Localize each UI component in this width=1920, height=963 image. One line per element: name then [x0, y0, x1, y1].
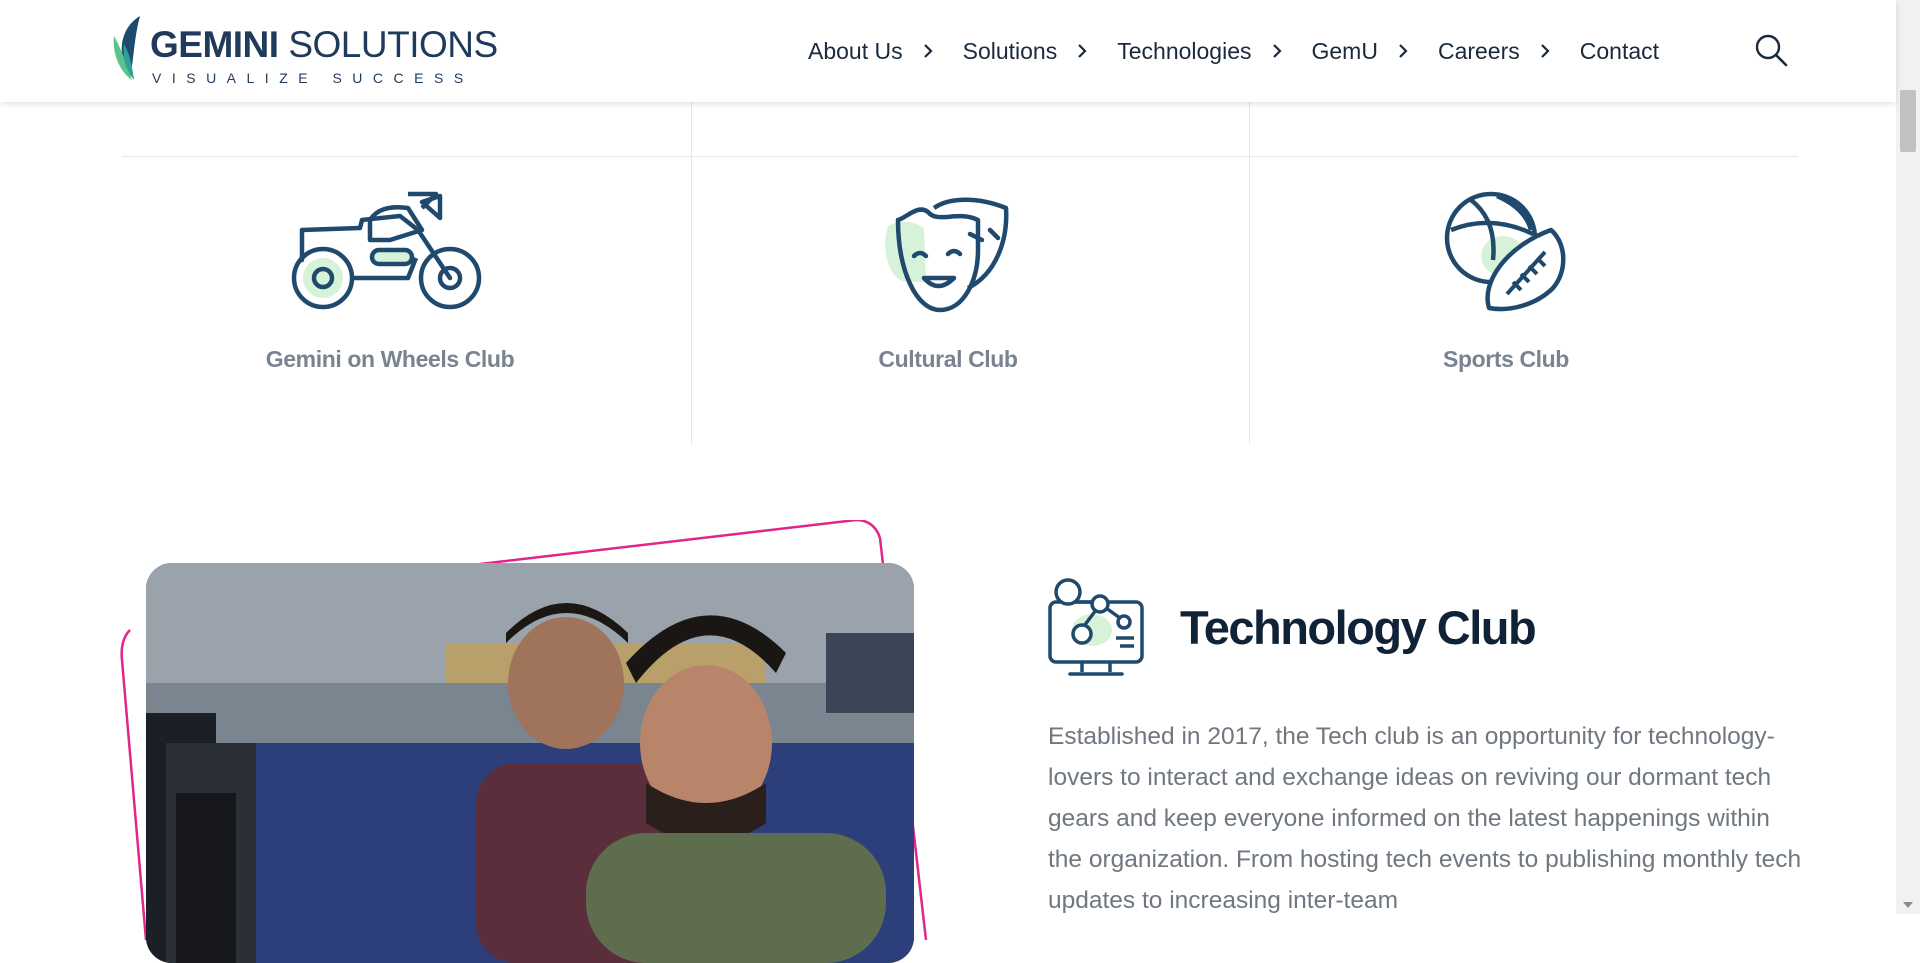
theater-masks-icon [885, 197, 1009, 313]
tech-club-photo [146, 563, 914, 963]
brand-name: GEMINI SOLUTIONS [150, 24, 498, 65]
brand-logo[interactable]: GEMINI SOLUTIONS VISUALIZE SUCCESS [110, 14, 498, 86]
nav-solutions[interactable]: Solutions [963, 38, 1090, 65]
club-label: Cultural Club [878, 346, 1018, 372]
club-card-gemini-on-wheels[interactable]: Gemini on Wheels Club [112, 190, 668, 373]
motorcycle-icon [291, 191, 482, 310]
network-monitor-icon [1048, 578, 1144, 676]
site-header: GEMINI SOLUTIONS VISUALIZE SUCCESS About… [0, 0, 1896, 102]
nav-contact[interactable]: Contact [1580, 38, 1659, 65]
photo-illustration [146, 563, 914, 963]
scroll-down-arrow-icon[interactable] [1903, 902, 1913, 908]
page-scrollbar[interactable] [1896, 0, 1920, 914]
grid-divider [122, 156, 1798, 157]
club-card-sports[interactable]: Sports Club [1228, 190, 1784, 373]
nav-item-label: GemU [1311, 37, 1378, 64]
club-label: Gemini on Wheels Club [265, 346, 515, 372]
nav-item-label: About Us [808, 37, 903, 64]
main-nav: About Us Solutions Technologies GemU Car… [808, 34, 1659, 68]
chevron-right-icon [923, 44, 933, 58]
chevron-right-icon [1540, 44, 1550, 58]
leaf-logo-icon [113, 16, 140, 80]
nav-careers[interactable]: Careers [1438, 38, 1552, 65]
chevron-right-icon [1399, 44, 1408, 58]
brand-tagline: VISUALIZE SUCCESS [152, 70, 474, 86]
search-icon[interactable] [1754, 33, 1788, 67]
nav-item-label: Technologies [1117, 37, 1252, 64]
section-description: Established in 2017, the Tech club is an… [1048, 723, 1802, 914]
nav-technologies[interactable]: Technologies [1117, 38, 1283, 65]
nav-item-label: Contact [1579, 37, 1660, 64]
club-card-cultural[interactable]: Cultural Club [670, 190, 1226, 373]
chevron-right-icon [1078, 44, 1087, 58]
nav-item-label: Careers [1437, 37, 1520, 64]
section-title: Technology Club [1180, 601, 1537, 654]
sports-balls-icon [1444, 191, 1566, 312]
nav-item-label: Solutions [962, 37, 1058, 64]
nav-gemu[interactable]: GemU [1312, 38, 1410, 65]
nav-about-us[interactable]: About Us [808, 38, 935, 65]
club-label: Sports Club [1443, 346, 1569, 372]
chevron-right-icon [1272, 44, 1282, 58]
scrollbar-thumb[interactable] [1900, 90, 1916, 152]
